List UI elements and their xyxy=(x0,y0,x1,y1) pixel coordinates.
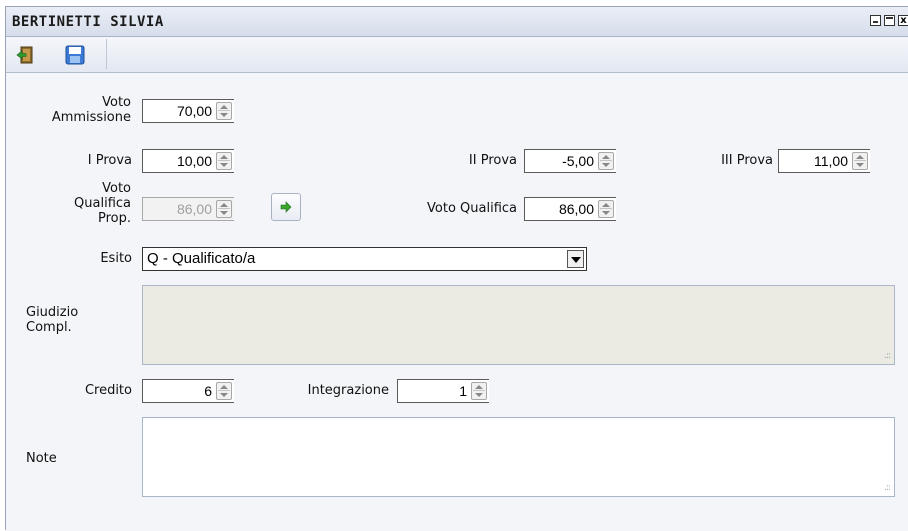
voto-qualifica-label: Voto Qualifica xyxy=(427,201,517,216)
esito-label: Esito xyxy=(100,251,132,266)
prova-2-spinner[interactable] xyxy=(598,152,614,170)
giudizio-textarea[interactable]: .:: xyxy=(142,285,895,365)
voto-ammissione-label: Voto Ammissione xyxy=(51,95,131,125)
integrazione-spinner[interactable] xyxy=(471,382,487,400)
copy-voto-button[interactable] xyxy=(271,193,301,221)
voto-qualifica-prop-spinner xyxy=(216,200,232,218)
window-controls: x xyxy=(870,15,908,26)
integrazione-input[interactable]: 1 xyxy=(397,379,489,403)
prova-3-input[interactable]: 11,00 xyxy=(778,149,870,173)
resize-grip-icon[interactable]: .:: xyxy=(884,352,891,361)
exam-form: Voto Ammissione 70,00 I Prova 10,00 II P… xyxy=(6,73,908,531)
chevron-down-icon[interactable] xyxy=(567,250,584,268)
toolbar-separator xyxy=(106,39,107,69)
green-arrow-right-icon xyxy=(280,201,292,213)
voto-qualifica-prop-label: Voto Qualifica Prop. xyxy=(74,181,131,226)
credito-input[interactable]: 6 xyxy=(142,379,234,403)
voto-qualifica-prop-input: 86,00 xyxy=(142,197,234,221)
prova-1-label: I Prova xyxy=(87,153,132,168)
esito-select[interactable]: Q - Qualificato/a xyxy=(142,247,587,271)
minimize-icon[interactable] xyxy=(870,15,881,26)
integrazione-label: Integrazione xyxy=(307,383,389,398)
voto-ammissione-input[interactable]: 70,00 xyxy=(142,99,234,123)
maximize-icon[interactable] xyxy=(884,15,895,26)
credito-spinner[interactable] xyxy=(216,382,232,400)
voto-qualifica-spinner[interactable] xyxy=(598,200,614,218)
exit-door-icon[interactable] xyxy=(16,45,36,65)
note-textarea[interactable]: .:: xyxy=(142,417,895,497)
title-bar: BERTINETTI SILVIA x xyxy=(6,7,908,37)
window-title: BERTINETTI SILVIA xyxy=(12,14,164,30)
credito-label: Credito xyxy=(84,383,132,398)
floppy-save-icon[interactable] xyxy=(65,45,85,65)
prova-3-spinner[interactable] xyxy=(852,152,868,170)
voto-ammissione-spinner[interactable] xyxy=(216,102,232,120)
close-icon[interactable]: x xyxy=(898,15,908,26)
prova-2-input[interactable]: -5,00 xyxy=(524,149,616,173)
voto-qualifica-input[interactable]: 86,00 xyxy=(524,197,616,221)
prova-1-input[interactable]: 10,00 xyxy=(142,149,234,173)
toolbar xyxy=(6,37,908,73)
resize-grip-icon[interactable]: .:: xyxy=(884,484,891,493)
giudizio-label: Giudizio Compl. xyxy=(26,305,79,335)
prova-1-spinner[interactable] xyxy=(216,152,232,170)
note-label: Note xyxy=(26,451,57,466)
prova-3-label: III Prova xyxy=(721,153,773,168)
form-window: BERTINETTI SILVIA x Voto Ammissione 70,0… xyxy=(5,6,908,531)
prova-2-label: II Prova xyxy=(468,153,517,168)
